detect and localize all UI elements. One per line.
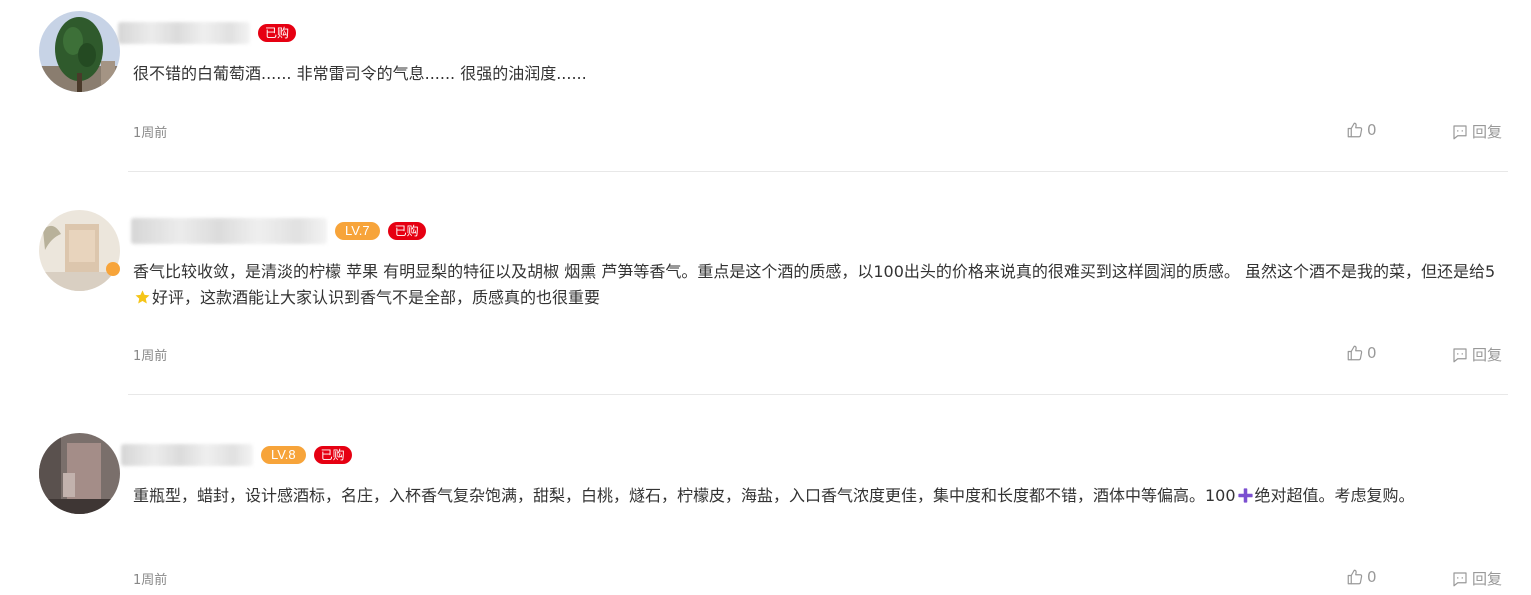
- like-button[interactable]: 0: [1346, 121, 1377, 139]
- bought-badge: 已购: [387, 222, 426, 240]
- comment-body-part2: 绝对超值。考虑复购。: [1254, 486, 1415, 505]
- username-blurred[interactable]: [131, 218, 327, 244]
- chat-bubble-icon: [1453, 347, 1467, 362]
- comment-text: 重瓶型，蜡封，设计感酒标，名庄，入杯香气复杂饱满，甜梨，白桃，燧石，柠檬皮，海盐…: [133, 483, 1508, 512]
- avatar[interactable]: [39, 11, 120, 92]
- avatar[interactable]: [39, 433, 120, 514]
- like-button[interactable]: 0: [1346, 344, 1377, 362]
- like-count: 0: [1367, 121, 1377, 139]
- chat-bubble-icon: [1453, 571, 1467, 586]
- thumbs-up-icon: [1347, 345, 1363, 361]
- star-icon: [134, 288, 151, 314]
- divider: [128, 394, 1508, 395]
- bought-badge: 已购: [258, 24, 297, 42]
- level-badge: LV.8: [261, 446, 306, 464]
- comment-time: 1周前: [133, 349, 168, 364]
- chat-bubble-icon: [1453, 124, 1467, 139]
- username-blurred[interactable]: [118, 22, 250, 44]
- reply-button[interactable]: 回复: [1451, 568, 1502, 589]
- comment-body-part1: 香气比较收敛，是清淡的柠檬 苹果 有明显梨的特征以及胡椒 烟熏 芦笋等香气。重点…: [133, 262, 1496, 281]
- divider: [128, 171, 1508, 172]
- user-info: 已购: [118, 21, 297, 45]
- user-info: LV.8 已购: [121, 443, 352, 467]
- comment-time: 1周前: [133, 126, 168, 141]
- comment-body-part2: 好评，这款酒能让大家认识到香气不是全部，质感真的也很重要: [152, 288, 601, 307]
- like-count: 0: [1367, 344, 1377, 362]
- like-count: 0: [1367, 568, 1377, 586]
- user-info: LV.7 已购: [131, 218, 426, 244]
- username-blurred[interactable]: [121, 444, 253, 466]
- level-badge: LV.7: [335, 222, 380, 240]
- reply-label: 回复: [1472, 570, 1503, 588]
- plus-icon: [1237, 486, 1254, 512]
- avatar-badge: [106, 262, 120, 276]
- bought-badge: 已购: [313, 446, 352, 464]
- comment-time: 1周前: [133, 573, 168, 588]
- reply-label: 回复: [1472, 346, 1503, 364]
- avatar[interactable]: [39, 210, 120, 291]
- comment-body-part1: 重瓶型，蜡封，设计感酒标，名庄，入杯香气复杂饱满，甜梨，白桃，燧石，柠檬皮，海盐…: [133, 486, 1236, 505]
- reply-button[interactable]: 回复: [1451, 344, 1502, 365]
- thumbs-up-icon: [1347, 569, 1363, 585]
- thumbs-up-icon: [1347, 122, 1363, 138]
- comment-text: 香气比较收敛，是清淡的柠檬 苹果 有明显梨的特征以及胡椒 烟熏 芦笋等香气。重点…: [133, 259, 1508, 314]
- comment-text: 很不错的白葡萄酒...... 非常雷司令的气息...... 很强的油润度....…: [133, 61, 1508, 87]
- comment-body: 很不错的白葡萄酒...... 非常雷司令的气息...... 很强的油润度....…: [133, 64, 587, 83]
- reply-button[interactable]: 回复: [1451, 121, 1502, 142]
- reply-label: 回复: [1472, 123, 1503, 141]
- like-button[interactable]: 0: [1346, 568, 1377, 586]
